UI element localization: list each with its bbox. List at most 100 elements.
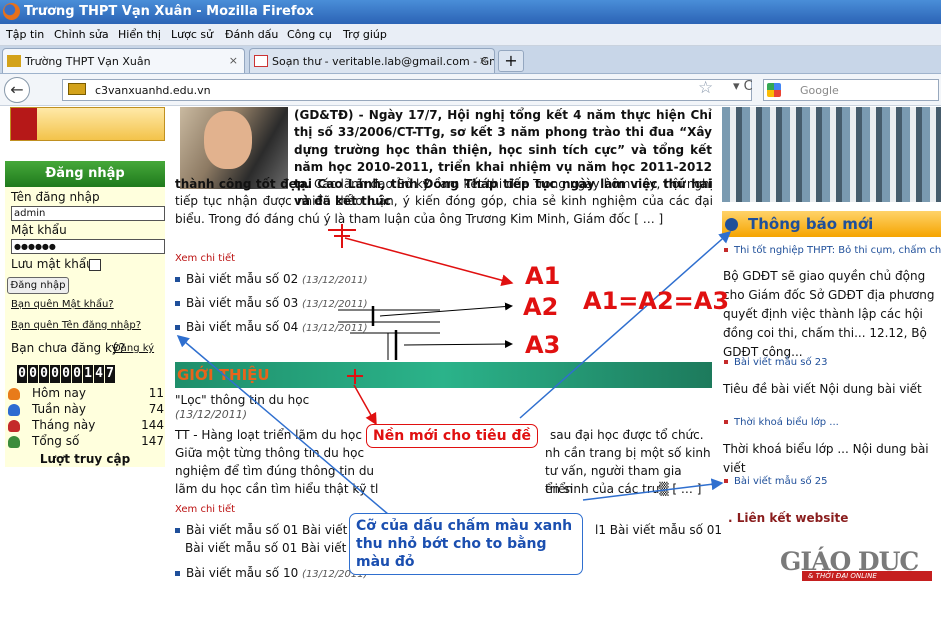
remember-checkbox[interactable]	[89, 259, 101, 271]
bullet-icon	[175, 301, 180, 306]
url-input[interactable]: c3vanxuanhd.edu.vn	[62, 79, 752, 101]
back-button[interactable]: ←	[4, 77, 30, 103]
new-tab-button[interactable]: +	[498, 50, 524, 72]
stat-today: Hôm nay 11	[6, 386, 166, 402]
tab-vanxuan[interactable]: Trường THPT Vạn Xuân ×	[2, 48, 245, 73]
list-item[interactable]: l1 Bài viết mẫu số 01	[595, 523, 722, 537]
menu-bookmarks[interactable]: Đánh dấu	[225, 28, 278, 41]
right-list-text: Tiêu đề bài viết Nội dung bài viết	[723, 382, 922, 396]
password-label: Mật khẩu	[11, 223, 67, 237]
visit-counter: 0 0 0 0 0 0 1 4 7	[17, 365, 115, 383]
menu-view[interactable]: Hiển thị	[118, 28, 161, 41]
close-icon[interactable]: ×	[479, 54, 488, 67]
article-lead-end: thành công tốt đẹp.	[175, 177, 310, 191]
logo-badge-icon	[11, 108, 37, 140]
read-more-link[interactable]: Xem chi tiết	[175, 253, 235, 264]
right-list-text: Thời khoá biểu lớp ... Nội dung bài viết	[723, 442, 929, 475]
remember-label: Lưu mật khẩu!	[11, 257, 99, 271]
bullet-icon	[724, 479, 728, 483]
counter-digit: 0	[17, 365, 27, 383]
label-a1: A1	[525, 262, 561, 290]
department-logo[interactable]	[10, 107, 165, 141]
register-link[interactable]: Đăng ký	[113, 343, 154, 354]
username-label: Tên đăng nhập	[11, 190, 100, 204]
stat-label: Hôm nay	[32, 386, 86, 400]
school-photo[interactable]	[722, 107, 941, 202]
read-more-link[interactable]: Xem chi tiết	[175, 504, 235, 515]
reload-icon[interactable]: ▾ C	[733, 79, 753, 94]
menu-history[interactable]: Lược sử	[171, 28, 213, 41]
password-field[interactable]: ●●●●●●	[11, 239, 165, 254]
list-item-title: Bài viết mẫu số 01 Bài viết mẫ	[185, 541, 370, 555]
login-button[interactable]: Đăng nhập	[7, 277, 69, 294]
intro-heading-bar: GIỚI THIỆU	[175, 362, 712, 388]
username-field[interactable]: admin	[11, 206, 165, 221]
stat-label: Tuần này	[32, 402, 86, 416]
right-link-label: Bài viết mẫu số 23	[734, 357, 828, 368]
right-link-label: Bài viết mẫu số 25	[734, 476, 828, 487]
list-item-title: Bài viết mẫu số 02	[186, 272, 299, 286]
firefox-logo-icon	[3, 3, 20, 20]
forgot-password-link[interactable]: Bạn quên Mật khẩu?	[11, 299, 114, 310]
list-item[interactable]: Bài viết mẫu số 03 (13/12/2011)	[175, 296, 368, 310]
play-icon	[725, 218, 738, 231]
visits-title: Lượt truy cập	[39, 452, 131, 466]
user-icon	[8, 388, 20, 400]
label-equation: A1=A2=A3	[583, 287, 730, 315]
list-item-title: Bài viết mẫu số 04	[186, 320, 299, 334]
stat-label: Tháng này	[32, 418, 96, 432]
stat-week: Tuần này 74	[6, 402, 166, 418]
giaoduc-logo[interactable]: GIÁO DỤC & THỜI ĐẠI ONLINE	[780, 547, 941, 583]
menu-edit[interactable]: Chỉnh sửa	[54, 28, 109, 41]
stat-month: Tháng này 144	[6, 418, 166, 434]
window-title: Trương THPT Vạn Xuân - Mozilla Firefox	[24, 4, 314, 19]
tab-gmail[interactable]: Soạn thư - veritable.lab@gmail.com - Gma…	[249, 48, 495, 73]
bookmark-star-icon[interactable]: ☆	[698, 78, 713, 98]
list-item[interactable]: Bài viết mẫu số 01 Bài viết mẫ	[185, 541, 369, 555]
google-icon[interactable]	[767, 83, 781, 97]
notice-link[interactable]: Thi tốt nghiệp THPT: Bỏ thi cụm, chấm ch…	[724, 245, 941, 256]
right-list-link[interactable]: Bài viết mẫu số 23	[724, 357, 828, 368]
bullet-icon	[175, 325, 180, 330]
list-item-date: (13/12/2011)	[302, 299, 368, 310]
bullet-icon	[175, 528, 180, 533]
intro-body-line: nh cần trang bị một số kinh	[545, 446, 711, 460]
giaoduc-logo-sub: & THỜI ĐẠI ONLINE	[802, 571, 932, 581]
tab-label: Trường THPT Vạn Xuân	[25, 55, 151, 68]
stat-total: Tổng số 147	[6, 434, 166, 450]
list-item[interactable]: Bài viết mẫu số 01 Bài viết mẫ	[175, 523, 370, 537]
list-item-title: Bài viết mẫu số 03	[186, 296, 299, 310]
menu-bar: Tập tin Chỉnh sửa Hiển thị Lược sử Đánh …	[0, 24, 941, 46]
portrait-face	[204, 111, 252, 169]
article-body: thành công tốt đẹp. Các lãnh đạo Sở ký c…	[175, 176, 713, 228]
window-title-bar: Trương THPT Vạn Xuân - Mozilla Firefox	[0, 0, 941, 24]
list-item-date: (13/12/2011)	[302, 275, 368, 286]
counter-digit: 4	[94, 365, 104, 383]
label-a3: A3	[525, 331, 561, 359]
list-item[interactable]: Bài viết mẫu số 04 (13/12/2011)	[175, 320, 368, 334]
callout-dot-size: Cỡ của dấu chấm màu xanh thu nhỏ bớt cho…	[349, 513, 583, 575]
site-identity-icon[interactable]	[68, 83, 86, 95]
login-heading: Đăng nhập	[5, 161, 165, 187]
list-item-date: (13/12/2011)	[302, 323, 368, 334]
intro-article-title[interactable]: "Lọc" thông tin du học	[175, 393, 309, 407]
tab-label: Soạn thư - veritable.lab@gmail.com - Gma…	[272, 55, 495, 68]
forgot-username-link[interactable]: Bạn quên Tên đăng nhập?	[11, 320, 141, 331]
list-item[interactable]: Bài viết mẫu số 02 (13/12/2011)	[175, 272, 368, 286]
close-icon[interactable]: ×	[229, 54, 238, 67]
menu-tools[interactable]: Công cụ	[287, 28, 332, 41]
list-item[interactable]: Bài viết mẫu số 10 (13/12/2011)	[175, 566, 368, 580]
label-a2: A2	[523, 293, 559, 321]
menu-help[interactable]: Trợ giúp	[343, 28, 387, 41]
right-list-link[interactable]: Thời khoá biểu lớp ...	[724, 417, 839, 428]
site-favicon-icon	[7, 55, 21, 67]
right-list-link[interactable]: Bài viết mẫu số 25	[724, 476, 828, 487]
counter-digit: 0	[39, 365, 49, 383]
list-item-title: l1 Bài viết mẫu số 01	[595, 523, 722, 537]
notice-text: Bộ GDĐT sẽ giao quyền chủ động cho Giám …	[723, 269, 935, 359]
counter-digit: 0	[72, 365, 82, 383]
search-input[interactable]: Google	[763, 79, 939, 101]
counter-digit: 0	[61, 365, 71, 383]
menu-file[interactable]: Tập tin	[6, 28, 44, 41]
bullet-icon	[175, 277, 180, 282]
